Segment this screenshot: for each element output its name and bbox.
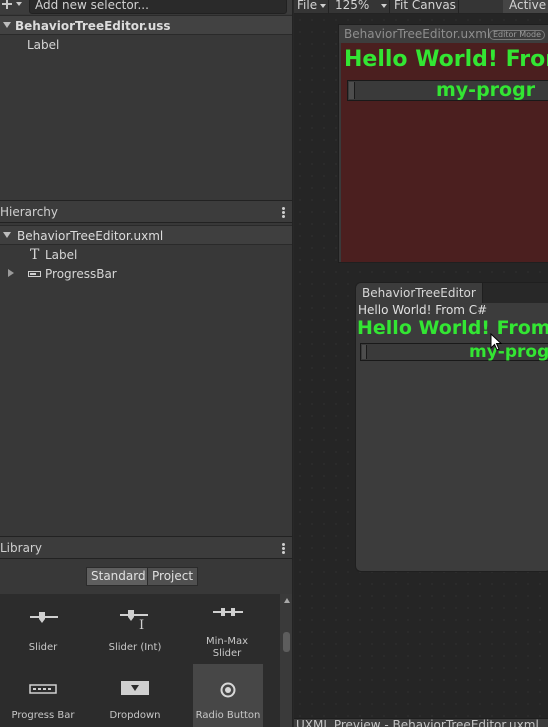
library-title: Library	[0, 541, 42, 555]
progress-bar-icon	[29, 683, 57, 697]
stylesheet-name: BehaviorTreeEditor.uss	[15, 19, 171, 33]
hello-label: Hello World! From U	[357, 317, 548, 339]
text-label-icon: T	[30, 247, 40, 263]
hierarchy-title: Hierarchy	[0, 205, 59, 219]
toolbar-divider	[458, 0, 459, 14]
library-item-slider[interactable]: Slider	[8, 596, 78, 662]
scroll-up-icon[interactable]	[284, 598, 290, 603]
zoom-dropdown[interactable]: 125%	[335, 0, 388, 13]
library-item-min-max-slider[interactable]: Min-Max Slider	[192, 596, 262, 662]
hierarchy-item-label[interactable]: T Label	[0, 246, 292, 264]
preview-tabstrip: BehaviorTreeEditor	[356, 283, 548, 303]
library-item-label: Radio Button	[195, 710, 261, 721]
active-toggle[interactable]: Active	[503, 0, 548, 13]
library-item-label: Dropdown	[109, 710, 161, 721]
library-item-radio-button[interactable]: Radio Button	[193, 664, 263, 727]
file-menu[interactable]: File	[297, 0, 327, 13]
hello-label[interactable]: Hello World! From	[344, 47, 548, 73]
library-item-label: Slider (Int)	[108, 642, 162, 653]
progress-bar-fill	[362, 345, 367, 359]
library-item-label: Min-Max Slider	[205, 636, 249, 659]
scrollbar-thumb[interactable]	[283, 632, 290, 652]
chevron-down-icon	[320, 3, 327, 8]
progress-bar[interactable]: my-progr	[347, 79, 548, 101]
library-item-dropdown[interactable]: Dropdown	[100, 664, 170, 727]
uxml-preview-label: UXML Preview - BehaviorTreeEditor.uxml	[296, 718, 539, 727]
radio-button-icon	[220, 682, 236, 701]
progress-bar-title: my-prog	[469, 342, 548, 362]
library-grid: Slider I Slider (Int) Min-Max Slider Prog…	[0, 594, 280, 727]
slider-icon	[30, 611, 58, 628]
fit-canvas-button[interactable]: Fit Canvas	[394, 0, 456, 13]
uxml-document-frame[interactable]: BehaviorTreeEditor.uxml Editor Mode Hell…	[338, 24, 548, 263]
stylesheet-row[interactable]: BehaviorTreeEditor.uss	[0, 15, 292, 35]
library-header: Library	[0, 536, 292, 559]
selector-toolbar: Add new selector...	[0, 0, 292, 14]
preview-window[interactable]: BehaviorTreeEditor Hello World! From C# …	[355, 282, 548, 572]
progress-bar-title: my-progr	[436, 79, 536, 101]
progress-bar: my-prog	[360, 342, 548, 362]
uxml-preview-bar: UXML Preview - BehaviorTreeEditor.uxml	[294, 718, 548, 727]
document-name: BehaviorTreeEditor.uxml	[17, 229, 164, 243]
document-header: BehaviorTreeEditor.uxml Editor Mode	[339, 25, 548, 43]
tab-project[interactable]: Project	[147, 567, 199, 586]
editor-mode-badge: Editor Mode	[489, 30, 546, 40]
document-title: BehaviorTreeEditor.uxml	[344, 27, 491, 41]
library-item-slider-int[interactable]: I Slider (Int)	[100, 596, 170, 662]
hierarchy-item-text: Label	[45, 248, 78, 262]
slider-int-icon: I	[120, 610, 152, 633]
library-item-label: Slider	[28, 642, 58, 653]
progress-bar-icon	[28, 271, 41, 277]
kebab-menu-icon[interactable]	[282, 543, 285, 554]
add-selector-input[interactable]: Add new selector...	[29, 0, 287, 14]
expand-arrow-icon[interactable]	[3, 22, 11, 28]
hierarchy-item-text: ProgressBar	[45, 267, 117, 281]
kebab-menu-icon[interactable]	[282, 207, 285, 218]
selector-item-label[interactable]: Label	[27, 37, 59, 53]
library-item-label: Progress Bar	[11, 710, 75, 721]
hierarchy-header: Hierarchy	[0, 200, 292, 223]
tab-behavior-tree-editor[interactable]: BehaviorTreeEditor	[356, 283, 483, 303]
library-scrollbar[interactable]	[280, 594, 292, 727]
plus-dropdown-icon[interactable]	[0, 0, 26, 13]
expand-arrow-icon[interactable]	[3, 232, 11, 238]
svg-text:I: I	[139, 618, 144, 630]
hierarchy-item-progressbar[interactable]: ProgressBar	[0, 265, 292, 283]
dropdown-icon	[121, 681, 149, 698]
canvas-toolbar: File 125% Fit Canvas Active	[294, 0, 548, 14]
chevron-down-icon	[381, 3, 388, 8]
builder-left-panel: Add new selector... BehaviorTreeEditor.u…	[0, 0, 293, 727]
expand-arrow-icon[interactable]	[8, 269, 14, 277]
min-max-slider-icon	[213, 606, 243, 621]
toolbar-divider	[328, 0, 329, 14]
tab-standard[interactable]: Standard	[86, 567, 151, 586]
library-item-progress-bar[interactable]: Progress Bar	[8, 664, 78, 727]
toolbar-divider	[389, 0, 390, 14]
document-root[interactable]: Hello World! From my-progr	[341, 43, 548, 262]
progress-bar-fill	[349, 82, 355, 99]
document-row[interactable]: BehaviorTreeEditor.uxml	[0, 225, 292, 245]
